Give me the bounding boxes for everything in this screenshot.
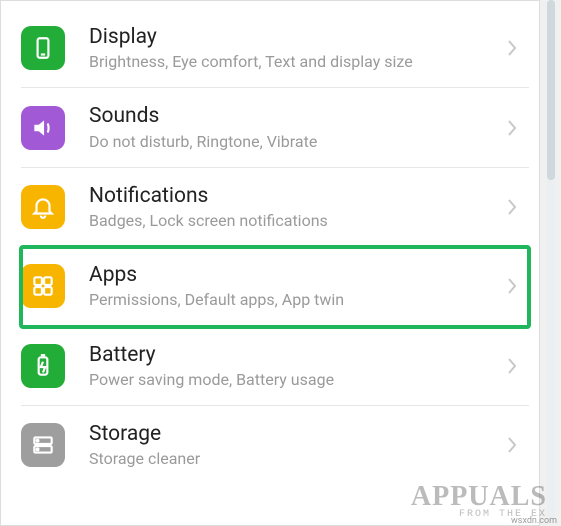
row-text: Display Brightness, Eye comfort, Text an…	[89, 25, 501, 71]
settings-panel: Display Brightness, Eye comfort, Text an…	[0, 0, 540, 526]
row-subtitle: Do not disturb, Ringtone, Vibrate	[89, 132, 501, 151]
chevron-right-icon	[501, 436, 523, 454]
settings-row-apps[interactable]: Apps Permissions, Default apps, App twin	[21, 247, 529, 326]
row-title: Display	[89, 25, 501, 50]
chevron-right-icon	[501, 357, 523, 375]
settings-row-storage[interactable]: Storage Storage cleaner	[21, 406, 529, 484]
row-subtitle: Badges, Lock screen notifications	[89, 211, 501, 230]
bell-icon	[21, 185, 65, 229]
settings-row-display[interactable]: Display Brightness, Eye comfort, Text an…	[21, 1, 529, 88]
row-subtitle: Storage cleaner	[89, 449, 501, 468]
battery-icon	[21, 344, 65, 388]
chevron-right-icon	[501, 119, 523, 137]
row-subtitle: Brightness, Eye comfort, Text and displa…	[89, 52, 501, 71]
row-text: Notifications Badges, Lock screen notifi…	[89, 184, 501, 230]
watermark-url: wsxdn.com	[511, 516, 557, 526]
row-title: Notifications	[89, 184, 501, 209]
row-subtitle: Permissions, Default apps, App twin	[89, 290, 501, 309]
settings-row-sounds[interactable]: Sounds Do not disturb, Ringtone, Vibrate	[21, 88, 529, 167]
settings-row-notifications[interactable]: Notifications Badges, Lock screen notifi…	[21, 168, 529, 247]
row-text: Storage Storage cleaner	[89, 422, 501, 468]
speaker-icon	[21, 106, 65, 150]
row-title: Apps	[89, 263, 501, 288]
chevron-right-icon	[501, 198, 523, 216]
settings-list: Display Brightness, Eye comfort, Text an…	[1, 1, 539, 484]
row-title: Sounds	[89, 104, 501, 129]
chevron-right-icon	[501, 39, 523, 57]
display-icon	[21, 26, 65, 70]
apps-icon	[21, 264, 65, 308]
row-title: Battery	[89, 343, 501, 368]
scrollbar-thumb[interactable]	[547, 0, 555, 180]
row-text: Apps Permissions, Default apps, App twin	[89, 263, 501, 309]
row-title: Storage	[89, 422, 501, 447]
storage-icon	[21, 423, 65, 467]
row-subtitle: Power saving mode, Battery usage	[89, 370, 501, 389]
chevron-right-icon	[501, 277, 523, 295]
row-text: Battery Power saving mode, Battery usage	[89, 343, 501, 389]
row-text: Sounds Do not disturb, Ringtone, Vibrate	[89, 104, 501, 150]
settings-row-battery[interactable]: Battery Power saving mode, Battery usage	[21, 327, 529, 406]
